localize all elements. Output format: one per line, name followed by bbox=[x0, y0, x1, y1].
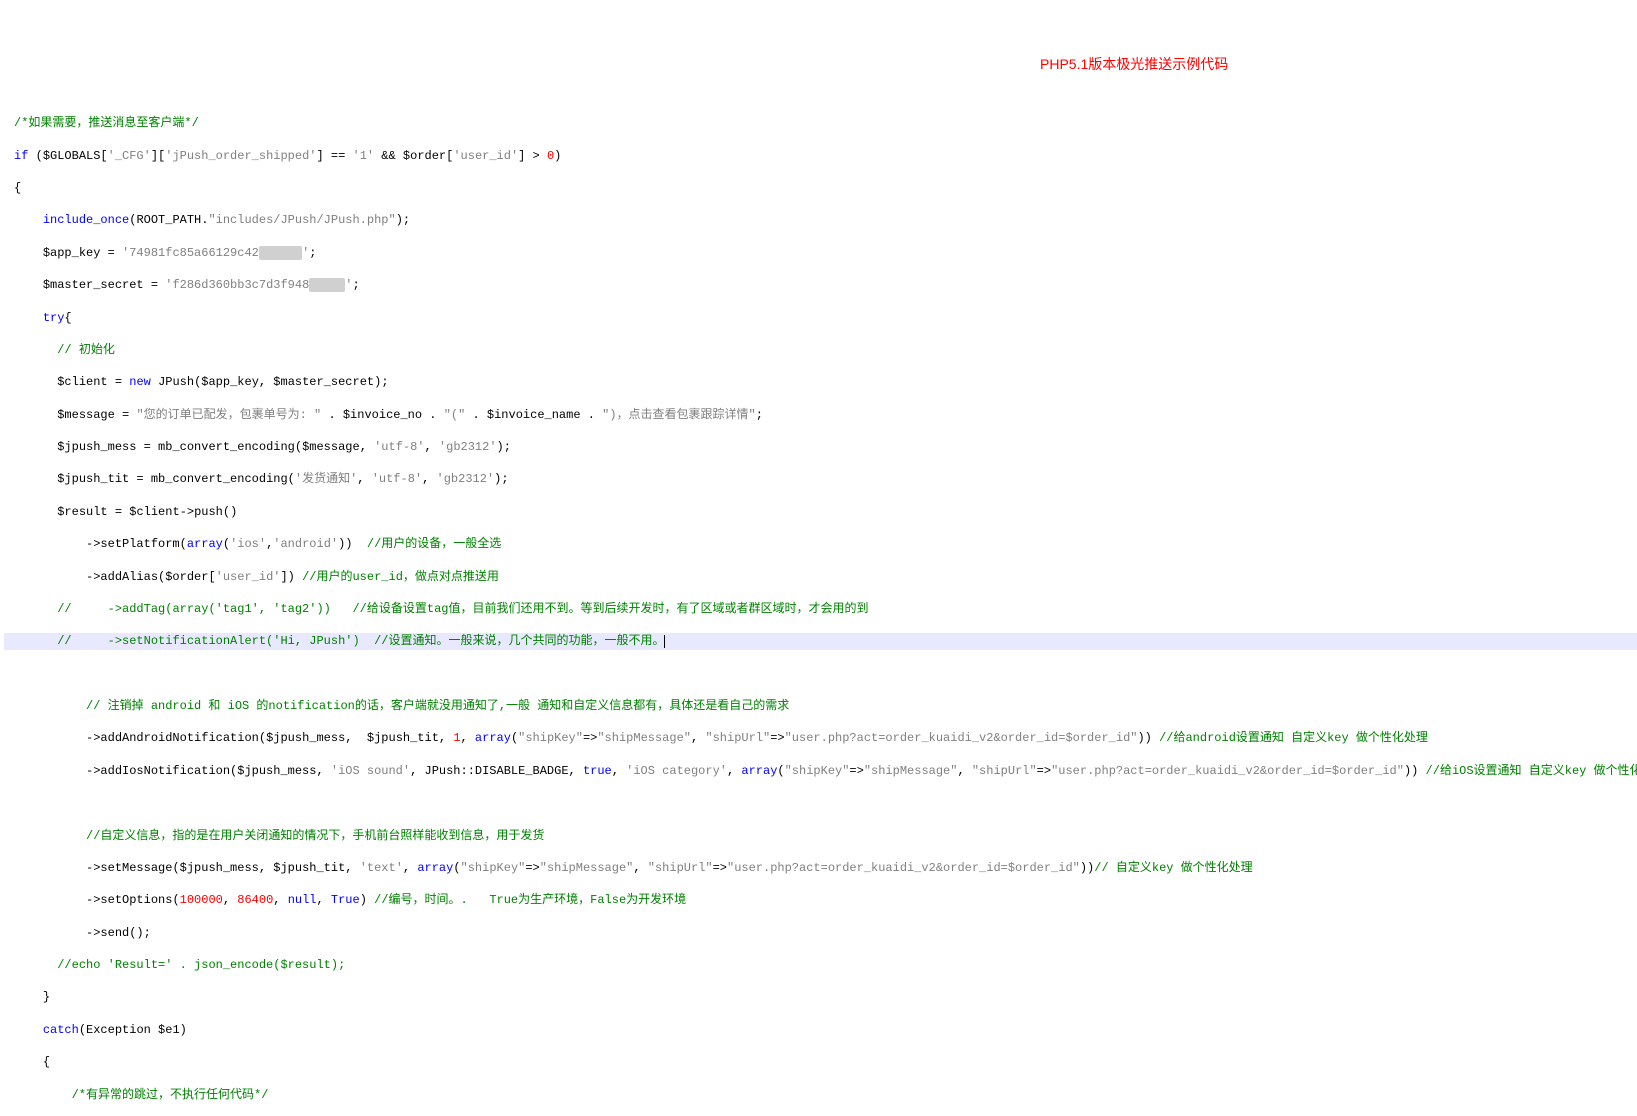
code-line: ->setPlatform(array('ios','android')) //… bbox=[4, 536, 1637, 552]
code-line: if ($GLOBALS['_CFG']['jPush_order_shippe… bbox=[4, 148, 1637, 164]
code-line: ->send(); bbox=[4, 925, 1637, 941]
code-line: ->setOptions(100000, 86400, null, True) … bbox=[4, 892, 1637, 908]
code-line: ->addAlias($order['user_id']) //用户的user_… bbox=[4, 569, 1637, 585]
code-line: { bbox=[4, 1054, 1637, 1070]
code-line bbox=[4, 666, 1637, 682]
text-cursor bbox=[664, 635, 665, 648]
code-line: // 初始化 bbox=[4, 342, 1637, 358]
code-line bbox=[4, 795, 1637, 811]
code-line: { bbox=[4, 180, 1637, 196]
code-line: $jpush_tit = mb_convert_encoding('发货通知',… bbox=[4, 471, 1637, 487]
code-line: $client = new JPush($app_key, $master_se… bbox=[4, 374, 1637, 390]
annotation-label: PHP5.1版本极光推送示例代码 bbox=[1040, 55, 1228, 74]
code-line: include_once(ROOT_PATH."includes/JPush/J… bbox=[4, 212, 1637, 228]
code-line: // 注销掉 android 和 iOS 的notification的话，客户端… bbox=[4, 698, 1637, 714]
code-line: catch(Exception $e1) bbox=[4, 1022, 1637, 1038]
code-line: ->addIosNotification($jpush_mess, 'iOS s… bbox=[4, 763, 1637, 779]
code-line: ->addAndroidNotification($jpush_mess, $j… bbox=[4, 730, 1637, 746]
code-line: $app_key = '74981fc85a66129c42 '; bbox=[4, 245, 1637, 261]
code-line-highlighted: // ->setNotificationAlert('Hi, JPush') /… bbox=[4, 633, 1637, 649]
code-line: $message = "您的订单已配发，包裹单号为: " . $invoice_… bbox=[4, 407, 1637, 423]
redacted-text bbox=[309, 278, 345, 292]
code-line: try{ bbox=[4, 310, 1637, 326]
code-line: // ->addTag(array('tag1', 'tag2')) //给设备… bbox=[4, 601, 1637, 617]
redacted-text bbox=[259, 246, 302, 260]
code-line: /*如果需要，推送消息至客户端*/ bbox=[4, 115, 1637, 131]
code-editor[interactable]: /*如果需要，推送消息至客户端*/ if ($GLOBALS['_CFG']['… bbox=[0, 97, 1637, 1116]
code-line: $master_secret = 'f286d360bb3c7d3f948 '; bbox=[4, 277, 1637, 293]
code-line: //echo 'Result=' . json_encode($result); bbox=[4, 957, 1637, 973]
code-line: ->setMessage($jpush_mess, $jpush_tit, 't… bbox=[4, 860, 1637, 876]
code-line: $result = $client->push() bbox=[4, 504, 1637, 520]
code-line: $jpush_mess = mb_convert_encoding($messa… bbox=[4, 439, 1637, 455]
code-line: /*有异常的跳过，不执行任何代码*/ bbox=[4, 1087, 1637, 1103]
code-line: } bbox=[4, 989, 1637, 1005]
code-line: //自定义信息，指的是在用户关闭通知的情况下，手机前台照样能收到信息，用于发货 bbox=[4, 828, 1637, 844]
